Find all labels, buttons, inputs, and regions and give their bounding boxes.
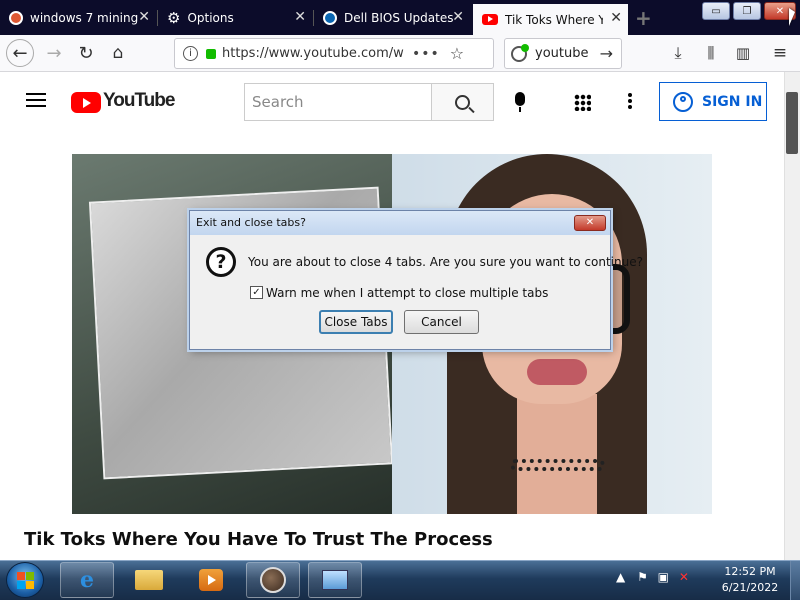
close-tab-icon[interactable]: ✕ [452, 9, 464, 25]
taskbar-file-explorer[interactable] [122, 562, 176, 598]
warn-checkbox-label[interactable]: Warn me when I attempt to close multiple… [266, 286, 548, 300]
internet-explorer-icon: e [80, 567, 94, 593]
sign-in-button[interactable]: SIGN IN [659, 82, 767, 121]
dialog-titlebar[interactable]: Exit and close tabs? ✕ [190, 211, 610, 235]
taskbar-firefox[interactable] [246, 562, 300, 598]
clock-time: 12:52 PM [724, 565, 776, 578]
system-clock[interactable]: 12:52 PM 6/21/2022 [716, 564, 784, 596]
action-center-flag-icon[interactable]: ⚑ [637, 570, 648, 584]
search-engine-icon [511, 43, 529, 62]
tab-label: Dell BIOS Updates [344, 11, 454, 25]
person-neck [517, 394, 597, 514]
downloads-icon[interactable]: ⤓ [664, 39, 692, 67]
dialog-message: You are about to close 4 tabs. Are you s… [248, 255, 643, 269]
tab-label: Options [187, 11, 234, 25]
close-tab-icon[interactable]: ✕ [610, 10, 622, 26]
search-go-icon[interactable]: → [600, 44, 613, 63]
home-button[interactable]: ⌂ [104, 39, 132, 67]
tab-tik-toks[interactable]: Tik Toks Where You Have To Trust The Pro… [473, 4, 628, 35]
show-desktop-button[interactable] [790, 561, 800, 600]
library-icon[interactable]: ⫼ [697, 39, 725, 67]
youtube-logo-icon[interactable] [71, 92, 101, 113]
scrollbar-thumb[interactable] [786, 92, 798, 154]
clock-date: 6/21/2022 [721, 581, 779, 594]
control-panel-icon [322, 570, 348, 590]
video-title: Tik Toks Where You Have To Trust The Pro… [24, 529, 493, 550]
close-icon: ✕ [775, 5, 785, 17]
navigation-toolbar: ← → ↻ ⌂ i https://www.youtube.com/watch … [0, 35, 800, 72]
choker-image [510, 459, 605, 471]
search-placeholder: Search [252, 93, 304, 111]
info-icon[interactable]: i [183, 46, 198, 61]
youtube-header: YouTube Search SIGN IN [0, 72, 784, 132]
mouse-cursor-icon [789, 8, 795, 26]
tab-options[interactable]: ⚙ Options ✕ [158, 3, 312, 33]
apps-grid-icon[interactable] [574, 94, 591, 111]
sign-in-label: SIGN IN [702, 93, 763, 110]
taskbar-internet-explorer[interactable]: e [60, 562, 114, 598]
question-icon: ? [206, 247, 236, 277]
search-engine-text[interactable]: youtube [535, 46, 588, 61]
hamburger-menu-icon[interactable] [26, 93, 46, 95]
dialog-title: Exit and close tabs? [196, 216, 306, 229]
file-explorer-icon [135, 570, 163, 590]
search-button[interactable] [431, 83, 494, 121]
reload-button[interactable]: ↻ [72, 39, 100, 67]
firefox-icon [260, 567, 286, 593]
url-text[interactable]: https://www.youtube.com/watch [222, 46, 404, 61]
warn-checkbox[interactable]: ✓ [250, 286, 263, 299]
media-player-icon [199, 569, 223, 591]
youtube-logo-text[interactable]: YouTube [103, 90, 175, 112]
url-bar[interactable]: i https://www.youtube.com/watch ••• ☆ [174, 38, 494, 69]
minimize-button[interactable]: ▭ [702, 2, 730, 20]
microphone-icon[interactable] [515, 92, 525, 112]
new-tab-icon[interactable]: + [635, 6, 652, 30]
youtube-icon [482, 14, 498, 25]
duckduckgo-icon [9, 11, 23, 25]
restore-button[interactable]: ❐ [733, 2, 761, 20]
tab-dell-bios-updates[interactable]: Dell BIOS Updates ✕ [314, 3, 470, 33]
cancel-button[interactable]: Cancel [404, 310, 479, 334]
tab-label: Tik Toks Where You Have To Trust The Pro… [505, 12, 603, 27]
tab-label: windows 7 mining [30, 11, 139, 25]
close-tabs-dialog: Exit and close tabs? ✕ [189, 210, 611, 350]
sidebar-icon[interactable]: ▥ [729, 39, 757, 67]
taskbar-media-player[interactable] [184, 562, 238, 598]
bookmark-star-icon[interactable]: ☆ [450, 44, 464, 63]
search-input[interactable]: Search [244, 83, 431, 121]
page-actions-icon[interactable]: ••• [412, 46, 440, 62]
start-button[interactable] [6, 562, 44, 598]
network-icon[interactable]: ▣ [658, 570, 669, 584]
dialog-close-button[interactable]: ✕ [574, 215, 606, 231]
dell-icon [323, 11, 337, 25]
menu-icon[interactable]: ≡ [766, 39, 794, 67]
minimize-icon: ▭ [711, 5, 721, 17]
back-button[interactable]: ← [6, 39, 34, 67]
forward-button[interactable]: → [40, 39, 68, 67]
close-tab-icon[interactable]: ✕ [294, 9, 306, 25]
search-engine-box[interactable]: youtube → [504, 38, 622, 69]
restore-icon: ❐ [742, 5, 752, 17]
more-options-icon[interactable] [628, 93, 632, 97]
account-icon [673, 91, 693, 112]
lips-image [527, 359, 587, 385]
close-tab-icon[interactable]: ✕ [138, 9, 150, 25]
gear-icon: ⚙ [167, 9, 181, 27]
taskbar-control-panel[interactable] [308, 562, 362, 598]
lock-icon [206, 48, 216, 59]
search-icon [455, 94, 475, 113]
tab-windows-7-mining[interactable]: windows 7 mining ✕ [0, 3, 156, 33]
show-hidden-icons-icon[interactable]: ▲ [616, 570, 625, 584]
system-tray: ▲ ⚑ ▣ ✕ [616, 570, 689, 584]
close-tabs-button[interactable]: Close Tabs [319, 310, 393, 334]
volume-muted-icon[interactable]: ✕ [679, 570, 689, 584]
